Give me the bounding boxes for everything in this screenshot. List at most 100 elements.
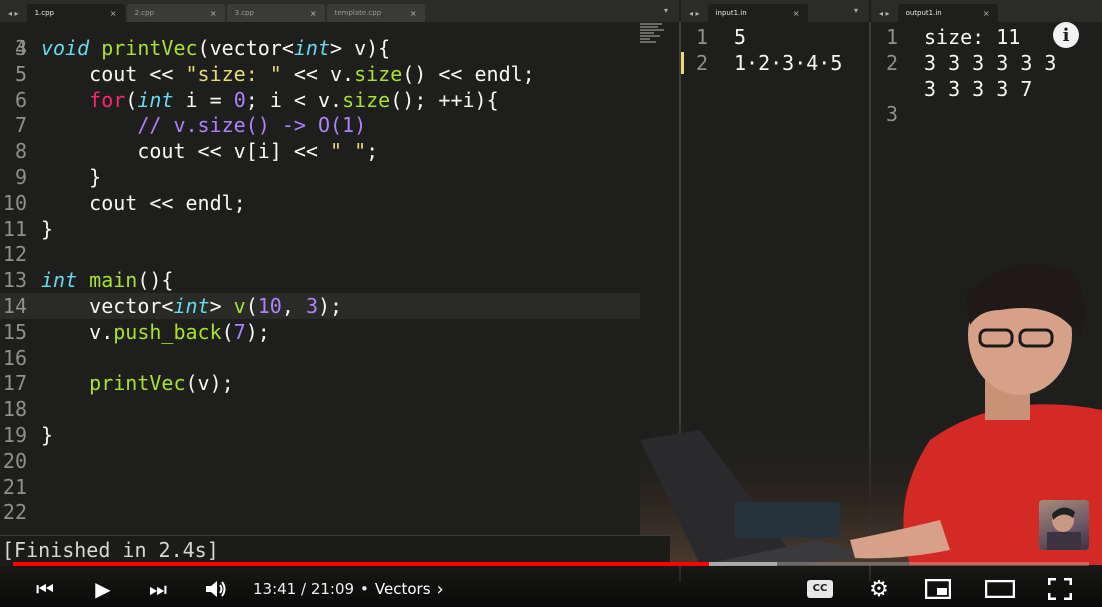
code-token: v. (41, 319, 114, 344)
volume-button[interactable] (200, 574, 232, 604)
code-text: int main(){ (41, 267, 173, 293)
code-editor[interactable]: 3 4 void printVec(vector<int> v){5 cout <… (0, 22, 679, 535)
tab-nav-arrows[interactable]: ◂ ▸ (0, 4, 27, 22)
code-token: (vector< (197, 36, 294, 60)
code-token: ( (245, 294, 258, 318)
line-text: 3 3 3 3 3 3 (924, 50, 1057, 75)
close-icon[interactable]: × (793, 9, 800, 18)
tab-dropdown-icon[interactable]: ▾ (664, 6, 668, 15)
close-icon[interactable]: × (110, 9, 117, 18)
line-number: 10 (2, 190, 27, 215)
theater-button[interactable] (982, 574, 1018, 604)
minimap-line (640, 23, 662, 25)
line-text: 5 (734, 25, 747, 49)
previous-icon: ⏮ (36, 577, 54, 601)
volume-icon (206, 581, 226, 597)
chapter-title[interactable]: Vectors (375, 580, 431, 598)
tab-label: 1.cpp (34, 9, 54, 17)
line-number: 12 (2, 242, 27, 267)
code-token: () << endl; (402, 61, 535, 86)
chapter-arrow-icon[interactable]: › (437, 579, 444, 600)
settings-button[interactable]: ⚙ (864, 574, 894, 604)
play-button[interactable]: ▶ (88, 574, 118, 604)
minimap-line (640, 32, 654, 34)
code-token: i = (173, 87, 234, 112)
code-text: vector<int> v(10, 3); (41, 293, 342, 319)
theater-icon (985, 580, 1015, 598)
input-tabbar: ◂ ▸ input1.in × (681, 0, 869, 22)
partial-line: 3 (0, 22, 48, 60)
code-token: (); ++i){ (390, 87, 499, 112)
fullscreen-icon (1048, 578, 1072, 600)
tab-3-cpp[interactable]: 3.cpp × (226, 4, 325, 22)
line-number: 14 (2, 294, 27, 318)
code-token: ; (366, 139, 379, 164)
code-token: ); (245, 319, 270, 344)
code-text: } (41, 422, 53, 448)
line-number: 20 (2, 448, 27, 473)
minimap-line (640, 41, 656, 43)
code-token: (v); (185, 371, 234, 396)
code-token: vector< (41, 294, 174, 318)
settings-icon: ⚙ (869, 576, 889, 602)
captions-button[interactable]: CC (805, 574, 835, 604)
code-text: for(int i = 0; i < v.size(); ++i){ (41, 87, 499, 113)
progress-bar[interactable] (13, 562, 1089, 566)
line-number: 19 (2, 423, 27, 447)
close-icon[interactable]: × (983, 9, 990, 18)
tab-2-cpp[interactable]: 2.cpp × (126, 4, 225, 22)
tab-label: template.cpp (334, 9, 382, 17)
code-token: 3 (305, 294, 318, 318)
line-number: 3 (885, 102, 898, 127)
line-number: 7 (14, 113, 27, 138)
tab-label: 2.cpp (134, 9, 154, 17)
code-token: > (209, 294, 234, 318)
tab-dropdown-icon[interactable]: ▾ (854, 6, 858, 15)
build-status: [Finished in 2.4s] (2, 538, 219, 562)
code-token: } (41, 216, 54, 241)
tab-nav-arrows[interactable]: ◂ ▸ (681, 4, 708, 22)
line-number: 5 (14, 61, 27, 86)
code-text: cout << v[i] << " "; (41, 138, 378, 164)
code-token: void (41, 36, 90, 60)
minimap[interactable] (640, 22, 670, 62)
code-token: int (41, 268, 78, 293)
code-token: (){ (137, 268, 174, 293)
code-token: 7 (233, 319, 246, 344)
close-icon[interactable]: × (410, 9, 417, 18)
line-number: 8 (14, 139, 27, 164)
time-readout: 13:41 / 21:09 (253, 580, 355, 598)
info-icon[interactable]: i (1053, 22, 1079, 48)
minimap-line (640, 29, 664, 31)
code-token: printVec (89, 371, 186, 396)
code-token: "size: " (185, 61, 282, 86)
miniplayer-button[interactable] (922, 574, 954, 604)
tab-1-cpp[interactable]: 1.cpp × (26, 4, 125, 22)
previous-button[interactable]: ⏮ (30, 574, 60, 604)
fullscreen-button[interactable] (1044, 574, 1076, 604)
close-icon[interactable]: × (210, 9, 217, 18)
creator-watermark[interactable] (1039, 500, 1089, 550)
next-button[interactable]: ⏭ (143, 574, 173, 604)
code-text: v.push_back(7); (41, 319, 270, 345)
next-icon: ⏭ (149, 577, 167, 601)
code-token: ( (125, 87, 138, 112)
chapter-separator: • (360, 580, 369, 598)
progress-played (13, 562, 710, 566)
code-text: cout << endl; (41, 190, 246, 216)
minimap-line (640, 26, 658, 28)
tab-label: 3.cpp (234, 9, 254, 17)
close-icon[interactable]: × (310, 9, 317, 18)
code-text: void printVec(vector<int> v){ (41, 35, 390, 61)
tab-output[interactable]: output1.in × (897, 4, 998, 22)
tab-template-cpp[interactable]: template.cpp × (326, 4, 425, 22)
line-number: 13 (2, 268, 27, 293)
line-text: size: 11 (924, 25, 1021, 49)
code-token: 10 (257, 294, 282, 318)
tab-nav-arrows[interactable]: ◂ ▸ (871, 4, 898, 22)
tab-input[interactable]: input1.in × (707, 4, 808, 22)
line-number: 6 (14, 87, 27, 112)
code-token: cout << endl; (41, 190, 246, 215)
